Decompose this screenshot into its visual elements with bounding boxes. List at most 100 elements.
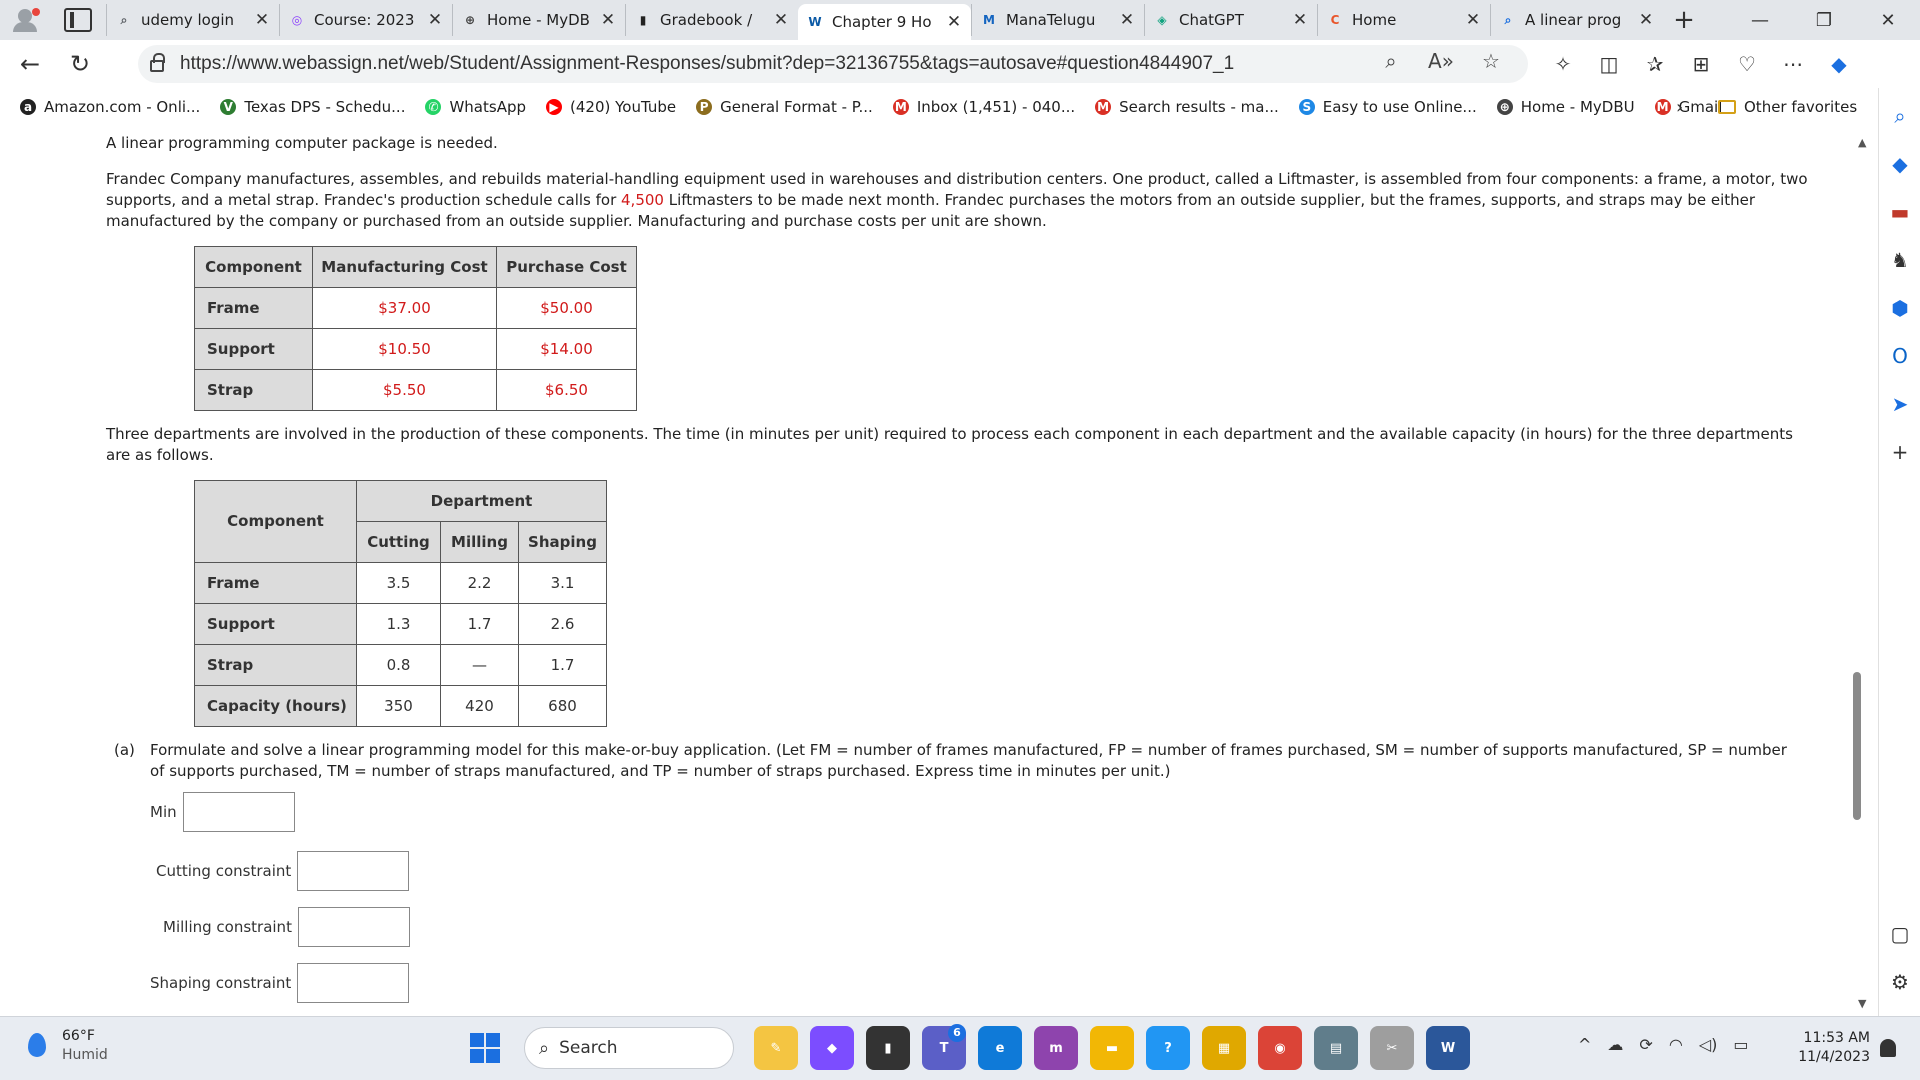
department-time-value: 680 [518,685,607,727]
taskbar-teams-icon[interactable]: T6 [922,1024,966,1070]
taskbar-chrome-icon[interactable]: ◉ [1258,1026,1302,1070]
tab-actions-menu-icon[interactable] [64,8,92,32]
url-text[interactable]: https://www.webassign.net/web/Student/As… [180,53,1234,75]
sidebar-shopping-icon[interactable]: ◆ [1886,150,1914,178]
collections-icon[interactable]: ⊞ [1678,46,1724,82]
more-favorites-chevron-icon[interactable]: › [1676,97,1683,118]
split-screen-icon[interactable]: ◫ [1586,46,1632,82]
tray-overflow-chevron-icon[interactable]: ^ [1578,1035,1591,1054]
close-window-button[interactable]: ✕ [1856,0,1920,40]
extensions-icon[interactable]: ✧ [1540,46,1586,82]
tray-wifi-icon[interactable]: ◠ [1669,1035,1683,1054]
tab-close-icon[interactable]: ✕ [426,10,444,30]
new-tab-button[interactable]: + [1669,5,1699,35]
scroll-down-arrow-icon[interactable]: ▼ [1858,997,1866,1010]
tab-close-icon[interactable]: ✕ [772,10,790,30]
tab-close-icon[interactable]: ✕ [253,10,271,30]
performance-icon[interactable]: ♡ [1724,46,1770,82]
profile-avatar[interactable] [10,6,44,34]
windows-start-icon[interactable] [470,1033,500,1063]
read-aloud-icon[interactable]: A» [1416,49,1466,73]
tray-battery-icon[interactable]: ▭ [1733,1035,1748,1054]
scroll-up-arrow-icon[interactable]: ▲ [1858,136,1866,149]
taskbar-snipping-icon[interactable]: ✂ [1370,1026,1414,1070]
cutting-constraint-input[interactable] [297,851,410,891]
purchase-cost: $14.00 [496,328,637,370]
tab-close-icon[interactable]: ✕ [599,10,617,30]
favorite-link[interactable]: P General Format - P... [696,98,873,116]
favorite-link[interactable]: M Search results - ma... [1095,98,1279,116]
taskbar-clock[interactable]: 11:53 AM 11/4/2023 [1790,1029,1870,1067]
tray-network-alert-icon[interactable]: ☁ [1607,1035,1623,1054]
shaping-constraint-input[interactable] [297,963,410,1003]
favorite-link[interactable]: V Texas DPS - Schedu... [220,98,405,116]
taskbar-task-view-icon[interactable]: ▮ [866,1026,910,1070]
tab-close-icon[interactable]: ✕ [1637,10,1655,30]
taskbar-search-box[interactable]: ⌕ Search [524,1027,734,1069]
favorite-link[interactable]: ▶ (420) YouTube [546,98,676,116]
sidebar-send-icon[interactable]: ➤ [1886,390,1914,418]
department-table-row: Capacity (hours) 350 420 680 [194,685,607,727]
tab-close-icon[interactable]: ✕ [1118,10,1136,30]
browser-tab[interactable]: ◈ ChatGPT ✕ [1144,4,1317,36]
browser-tab[interactable]: ⌕ A linear prog ✕ [1490,4,1663,36]
tab-close-icon[interactable]: ✕ [1291,10,1309,30]
taskbar-copilot-preview-icon[interactable]: ◆ [810,1026,854,1070]
address-bar[interactable]: https://www.webassign.net/web/Student/As… [138,45,1528,83]
taskbar-edge-icon[interactable]: e [978,1026,1022,1070]
notification-bell-icon[interactable] [1880,1039,1896,1057]
sidebar-add-icon[interactable]: + [1886,438,1914,466]
lock-icon[interactable] [150,53,165,72]
taskbar-mylab-icon[interactable]: m [1034,1026,1078,1070]
favorites-list-icon[interactable]: ✰ [1632,46,1678,82]
back-button[interactable]: ← [10,44,50,84]
taskbar-file-explorer-icon[interactable]: ▬ [1090,1026,1134,1070]
sidebar-games-icon[interactable]: ♞ [1886,246,1914,274]
taskbar-word-icon[interactable]: W [1426,1026,1470,1070]
weather-widget[interactable]: 66°F Humid [22,1027,108,1065]
milling-constraint-input[interactable] [297,907,410,947]
browser-tab[interactable]: ▮ Gradebook / ✕ [625,4,798,36]
favorite-link[interactable]: M Inbox (1,451) - 040... [892,98,1075,116]
min-objective-input[interactable] [182,792,295,832]
browser-tab[interactable]: W Chapter 9 Ho ✕ [798,4,971,40]
sidebar-layout-icon[interactable]: ▢ [1886,920,1914,948]
page-content: A linear programming computer package is… [0,126,1850,1016]
scrollbar-thumb[interactable] [1853,672,1861,820]
tray-volume-icon[interactable]: ◁) [1699,1035,1718,1054]
other-favorites-folder[interactable]: Other favorites [1718,98,1857,116]
favorite-link[interactable]: ⊕ Home - MyDBU [1496,98,1635,116]
zoom-icon[interactable]: ⌕ [1366,49,1416,73]
browser-tab[interactable]: C Home ✕ [1317,4,1490,36]
taskbar-store-icon[interactable]: ▦ [1202,1026,1246,1070]
taskbar-help-icon[interactable]: ? [1146,1026,1190,1070]
favorite-link[interactable]: S Easy to use Online... [1298,98,1477,116]
page-scrollbar[interactable]: ▲ ▼ [1850,126,1878,1016]
sidebar-microsoft365-icon[interactable]: ⬢ [1886,294,1914,322]
copilot-icon[interactable]: ◆ [1816,46,1862,82]
tray-sync-icon[interactable]: ⟳ [1639,1035,1652,1054]
clock-date: 11/4/2023 [1798,1049,1870,1065]
tab-close-icon[interactable]: ✕ [1464,10,1482,30]
favorite-star-icon[interactable]: ☆ [1466,49,1516,73]
minimize-button[interactable]: — [1728,0,1792,40]
sidebar-tools-icon[interactable]: ▬ [1886,198,1914,226]
browser-tab[interactable]: ⌕ udemy login ✕ [106,4,279,36]
sidebar-outlook-icon[interactable]: O [1886,342,1914,370]
browser-tab[interactable]: ◎ Course: 2023 ✕ [279,4,452,36]
tab-label: udemy login [141,11,235,29]
browser-tab[interactable]: M ManaTelugu ✕ [971,4,1144,36]
favorite-link[interactable]: ✆ WhatsApp [425,98,526,116]
favorite-link[interactable]: a Amazon.com - Onli... [20,98,200,116]
restore-button[interactable]: ❐ [1792,0,1856,40]
profile-notification-dot [32,8,40,16]
taskbar-calculator-icon[interactable]: ▤ [1314,1026,1358,1070]
browser-tab[interactable]: ⊕ Home - MyDB ✕ [452,4,625,36]
favorite-link[interactable]: M Gmail [1654,98,1722,116]
refresh-button[interactable]: ↻ [60,44,100,84]
taskbar-widget-art-icon[interactable]: ✎ [754,1026,798,1070]
tab-close-icon[interactable]: ✕ [945,12,963,32]
more-options-icon[interactable]: ⋯ [1770,46,1816,82]
sidebar-settings-icon[interactable]: ⚙ [1886,968,1914,996]
sidebar-search-icon[interactable]: ⌕ [1886,102,1914,130]
